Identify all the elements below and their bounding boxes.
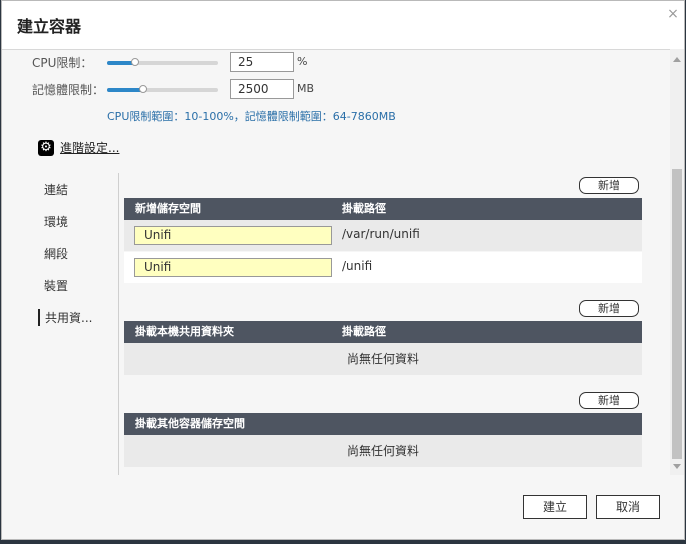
close-icon[interactable]: × xyxy=(666,7,680,21)
dialog-title: 建立容器 xyxy=(17,17,82,36)
cancel-button[interactable]: 取消 xyxy=(596,495,660,519)
create-button[interactable]: 建立 xyxy=(523,495,587,519)
column-header-host-folder: 掛載本機共用資料夾 xyxy=(135,325,234,338)
mount-path-text: /var/run/unifi xyxy=(342,227,420,241)
advanced-settings[interactable]: ⚙ 進階設定... xyxy=(38,139,119,156)
column-header-new-volume: 新增儲存空間 xyxy=(135,202,201,215)
vertical-scrollbar[interactable] xyxy=(670,49,684,475)
table-row: Unifi /unifi xyxy=(124,252,642,283)
dialog-titlebar: 建立容器 × xyxy=(2,1,684,50)
dialog-footer: 建立 取消 xyxy=(2,475,684,539)
memory-slider-fill xyxy=(107,88,143,92)
sidenav-item-shared-folders[interactable]: 共用資... xyxy=(38,309,92,326)
memory-unit-label: MB xyxy=(297,82,315,95)
cpu-limit-label: CPU限制： xyxy=(32,56,93,70)
sidenav-item-network[interactable]: 網段 xyxy=(44,245,68,262)
volume-name-input[interactable]: Unifi xyxy=(134,258,332,277)
host-folder-table-header: 掛載本機共用資料夾 掛載路徑 xyxy=(124,321,642,343)
column-header-container-volume: 掛載其他容器儲存空間 xyxy=(135,417,245,430)
create-container-dialog: 建立容器 × CPU限制： 25 % 記憶體限制： 2500 MB CPU限制範… xyxy=(1,0,685,540)
advanced-settings-link[interactable]: 進階設定... xyxy=(60,139,119,156)
sidenav-item-environment[interactable]: 環境 xyxy=(44,213,68,230)
scroll-down-arrow-icon[interactable] xyxy=(673,464,681,469)
sidenav-item-link[interactable]: 連結 xyxy=(44,181,68,198)
container-volume-table-header: 掛載其他容器儲存空間 xyxy=(124,413,642,435)
memory-slider-handle[interactable] xyxy=(139,85,147,93)
cpu-limit-slider[interactable] xyxy=(107,58,218,66)
cpu-slider-handle[interactable] xyxy=(131,58,139,66)
add-volume-button[interactable]: 新增 xyxy=(579,177,639,194)
scrollbar-thumb[interactable] xyxy=(672,169,682,459)
column-header-mount-path: 掛載路徑 xyxy=(342,325,386,338)
settings-sidenav: 連結 環境 網段 裝置 共用資... xyxy=(38,173,119,481)
table-row: Unifi /var/run/unifi xyxy=(124,220,642,251)
gear-icon[interactable]: ⚙ xyxy=(38,139,54,156)
memory-limit-input[interactable]: 2500 xyxy=(230,79,294,99)
add-host-folder-button[interactable]: 新增 xyxy=(579,300,639,317)
cpu-limit-input[interactable]: 25 xyxy=(230,52,294,72)
volume-name-input[interactable]: Unifi xyxy=(134,226,332,245)
cpu-unit-label: % xyxy=(297,55,308,68)
sidenav-item-device[interactable]: 裝置 xyxy=(44,277,68,294)
limit-range-note: CPU限制範圍：10-100%，記憶體限制範圍：64-7860MB xyxy=(107,110,396,123)
new-volume-table-header: 新增儲存空間 掛載路徑 xyxy=(124,198,642,220)
container-volume-empty-row: 尚無任何資料 xyxy=(124,435,642,467)
scroll-up-arrow-icon[interactable] xyxy=(673,57,681,62)
column-header-mount-path: 掛載路徑 xyxy=(342,202,386,215)
memory-limit-label: 記憶體限制： xyxy=(32,83,105,97)
add-container-volume-button[interactable]: 新增 xyxy=(579,392,639,409)
host-folder-empty-row: 尚無任何資料 xyxy=(124,343,642,375)
mount-path-text: /unifi xyxy=(342,259,373,273)
memory-limit-slider[interactable] xyxy=(107,85,218,93)
